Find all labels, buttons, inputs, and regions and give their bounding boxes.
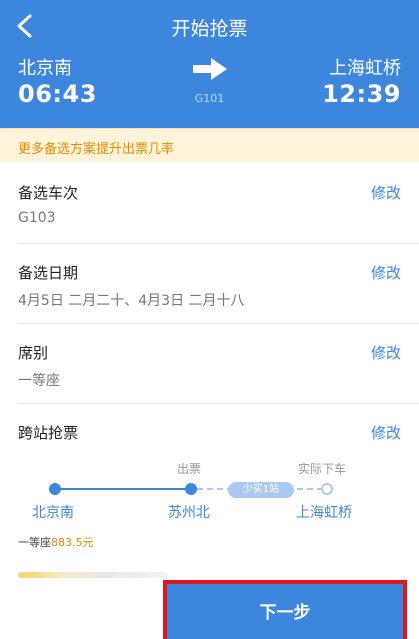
divider	[18, 323, 419, 324]
page-title: 开始抢票	[171, 18, 248, 40]
edit-alternate-train-button[interactable]: 修改	[371, 182, 401, 203]
seat-price-line: 一等座883.5元	[18, 534, 94, 550]
next-step-button[interactable]: 下一步	[163, 580, 407, 639]
seat-class: 一等座	[18, 536, 51, 549]
actual-alight-label: 实际下车	[298, 462, 347, 476]
extra-stop-pill: 少买1站	[228, 482, 294, 498]
seat-price: 883.5元	[51, 536, 94, 549]
row-value: 4月5日 二月二十、4月3日 二月十八	[18, 293, 245, 309]
ticket-label: 出票	[177, 462, 202, 476]
divider	[18, 243, 419, 244]
route-line-solid	[55, 488, 191, 490]
route-dot-origin	[49, 483, 61, 495]
arrow-right-icon	[193, 58, 227, 80]
route-station-origin: 北京南	[32, 505, 74, 521]
faded-content	[18, 572, 168, 578]
row-label: 席别	[18, 344, 49, 362]
header-bar: 开始抢票 北京南 上海虹桥 06:43 12:39 G101	[0, 0, 419, 128]
train-code: G101	[194, 92, 225, 105]
route-station-alight: 上海虹桥	[296, 505, 352, 521]
row-value: G103	[18, 210, 56, 226]
route-dot-ticket	[185, 483, 197, 495]
edit-alternate-date-button[interactable]: 修改	[371, 262, 401, 283]
route-dot-destination	[321, 483, 333, 495]
divider	[18, 403, 419, 404]
to-station: 上海虹桥	[329, 58, 401, 79]
tip-banner: 更多备选方案提升出票几率	[0, 128, 419, 162]
route-station-ticket: 苏州北	[168, 505, 210, 521]
from-station: 北京南	[18, 58, 72, 79]
edit-seat-class-button[interactable]: 修改	[371, 342, 401, 363]
edit-cross-station-button[interactable]: 修改	[371, 422, 401, 443]
row-label: 跨站抢票	[18, 424, 79, 442]
row-label: 备选车次	[18, 184, 79, 202]
row-value: 一等座	[18, 373, 60, 389]
row-label: 备选日期	[18, 264, 79, 282]
